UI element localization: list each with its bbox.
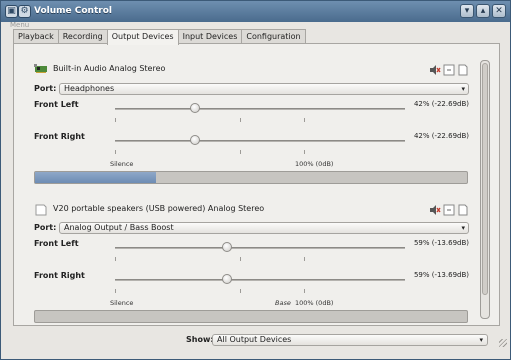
close-icon[interactable]: ✕ bbox=[492, 4, 506, 18]
peak-meter bbox=[34, 171, 468, 184]
tab-recording[interactable]: Recording bbox=[57, 29, 108, 44]
slider-track bbox=[115, 247, 405, 249]
slider-tick bbox=[303, 150, 305, 154]
lock-channels-icon[interactable] bbox=[443, 64, 455, 76]
port-select[interactable]: Analog Output / Bass Boost ▾ bbox=[59, 222, 469, 234]
scale-base-label: Base bbox=[275, 299, 291, 307]
scale-silence-label: Silence bbox=[110, 299, 134, 307]
port-value: Headphones bbox=[64, 84, 115, 93]
tab-bar: Playback Recording Output Devices Input … bbox=[13, 29, 306, 45]
channel-label: Front Right bbox=[34, 271, 85, 280]
speaker-icon bbox=[34, 204, 48, 216]
bottom-bar: Show: All Output Devices ▾ bbox=[1, 332, 510, 350]
app-icon[interactable]: ▣ bbox=[5, 5, 18, 18]
output-devices-pane: Built-in Audio Analog Stereo Port: Headp… bbox=[13, 43, 500, 326]
port-value: Analog Output / Bass Boost bbox=[64, 223, 174, 232]
slider-tick bbox=[239, 118, 241, 122]
device-panel: V20 portable speakers (USB powered) Anal… bbox=[34, 204, 469, 324]
slider-track bbox=[115, 140, 405, 142]
default-device-icon[interactable] bbox=[457, 204, 469, 216]
slider-handle[interactable] bbox=[189, 103, 200, 113]
slider-tick bbox=[115, 118, 116, 122]
slider-handle[interactable] bbox=[221, 242, 232, 252]
slider-tick bbox=[303, 257, 305, 261]
gear-icon[interactable]: ⚙ bbox=[18, 5, 31, 18]
tab-input-devices[interactable]: Input Devices bbox=[177, 29, 243, 44]
slider-tick bbox=[115, 257, 116, 261]
slider-tick bbox=[239, 257, 241, 261]
channel-label: Front Left bbox=[34, 100, 79, 109]
channel-label: Front Right bbox=[34, 132, 85, 141]
peak-meter-fill bbox=[35, 172, 156, 183]
channel-volume: 42% (-22.69dB) bbox=[413, 100, 469, 108]
peak-meter bbox=[34, 310, 468, 323]
menu-hint: Menu bbox=[10, 21, 30, 29]
device-name: V20 portable speakers (USB powered) Anal… bbox=[53, 204, 265, 213]
slider-track bbox=[115, 279, 405, 281]
tab-configuration[interactable]: Configuration bbox=[241, 29, 306, 44]
channel-slider[interactable] bbox=[115, 274, 405, 293]
volume-control-window: ▣ ⚙ Volume Control ▾ ▴ ✕ Menu Playback R… bbox=[0, 0, 511, 360]
slider-track bbox=[115, 108, 405, 110]
channel-volume: 59% (-13.69dB) bbox=[413, 271, 469, 279]
port-label: Port: bbox=[34, 84, 57, 93]
port-label: Port: bbox=[34, 223, 57, 232]
channel-volume: 42% (-22.69dB) bbox=[413, 132, 469, 140]
sound-card-icon bbox=[34, 64, 48, 74]
scale-full-label: 100% (0dB) bbox=[295, 299, 334, 307]
vertical-scrollbar[interactable] bbox=[480, 60, 490, 319]
slider-tick bbox=[239, 289, 241, 293]
chevron-down-icon: ▾ bbox=[461, 85, 465, 93]
maximize-icon[interactable]: ▴ bbox=[476, 4, 490, 18]
default-device-icon[interactable] bbox=[457, 64, 469, 76]
slider-tick bbox=[239, 150, 241, 154]
channel-label: Front Left bbox=[34, 239, 79, 248]
scrollbar-thumb[interactable] bbox=[482, 63, 488, 295]
tab-playback[interactable]: Playback bbox=[13, 29, 59, 44]
resize-grip-icon[interactable] bbox=[499, 339, 507, 347]
mute-icon[interactable] bbox=[429, 64, 441, 76]
scale-full-label: 100% (0dB) bbox=[295, 160, 334, 168]
titlebar[interactable]: ▣ ⚙ Volume Control ▾ ▴ ✕ bbox=[1, 1, 510, 22]
window-title: Volume Control bbox=[34, 6, 112, 16]
chevron-down-icon: ▾ bbox=[461, 224, 465, 232]
slider-tick bbox=[303, 118, 305, 122]
channel-slider[interactable] bbox=[115, 135, 405, 154]
show-value: All Output Devices bbox=[217, 335, 292, 344]
mute-icon[interactable] bbox=[429, 204, 441, 216]
show-select[interactable]: All Output Devices ▾ bbox=[212, 334, 488, 346]
lock-channels-icon[interactable] bbox=[443, 204, 455, 216]
minimize-icon[interactable]: ▾ bbox=[460, 4, 474, 18]
slider-tick bbox=[115, 289, 116, 293]
slider-tick bbox=[115, 150, 116, 154]
channel-slider[interactable] bbox=[115, 242, 405, 261]
device-name: Built-in Audio Analog Stereo bbox=[53, 64, 166, 73]
channel-volume: 59% (-13.69dB) bbox=[413, 239, 469, 247]
slider-handle[interactable] bbox=[189, 135, 200, 145]
show-label: Show: bbox=[186, 335, 214, 344]
device-panel: Built-in Audio Analog Stereo Port: Headp… bbox=[34, 64, 469, 186]
scale-silence-label: Silence bbox=[110, 160, 134, 168]
port-select[interactable]: Headphones ▾ bbox=[59, 83, 469, 95]
slider-tick bbox=[303, 289, 305, 293]
channel-slider[interactable] bbox=[115, 103, 405, 122]
tab-output-devices[interactable]: Output Devices bbox=[106, 29, 179, 45]
slider-handle[interactable] bbox=[221, 274, 232, 284]
chevron-down-icon: ▾ bbox=[479, 336, 483, 344]
